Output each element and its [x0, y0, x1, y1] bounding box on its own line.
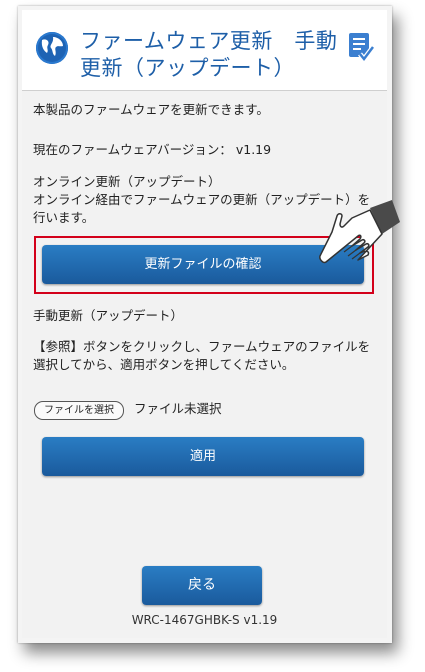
globe-icon [36, 32, 68, 64]
pointing-hand-icon [300, 196, 400, 276]
choose-file-button[interactable]: ファイルを選択 [34, 401, 124, 420]
update-check-icon [348, 32, 375, 64]
back-button[interactable]: 戻る [142, 566, 262, 605]
apply-button[interactable]: 適用 [42, 437, 364, 476]
online-update-heading: オンライン更新（アップデート） [33, 174, 221, 189]
manual-update-description: 【参照】ボタンをクリックし、ファームウェアのファイルを [33, 339, 371, 354]
intro-text: 本製品のファームウェアを更新できます。 [33, 102, 269, 117]
file-status: ファイル未選択 [134, 401, 222, 416]
model-version: WRC-1467GHBK-S v1.19 [131, 613, 278, 627]
online-update-description-2: 行います。 [33, 210, 95, 225]
device-screen: ファームウェア更新 手動更新（アップデート） 本製品のファームウェアを更新できま… [22, 10, 387, 638]
page-header: ファームウェア更新 手動更新（アップデート） [22, 10, 387, 91]
manual-update-description-2: 選択してから、適用ボタンを押してください。 [33, 357, 295, 372]
manual-update-heading: 手動更新（アップデート） [33, 308, 184, 323]
current-version: 現在のファームウェアバージョン： v1.19 [33, 142, 272, 157]
page-title: ファームウェア更新 手動更新（アップデート） [80, 29, 338, 80]
